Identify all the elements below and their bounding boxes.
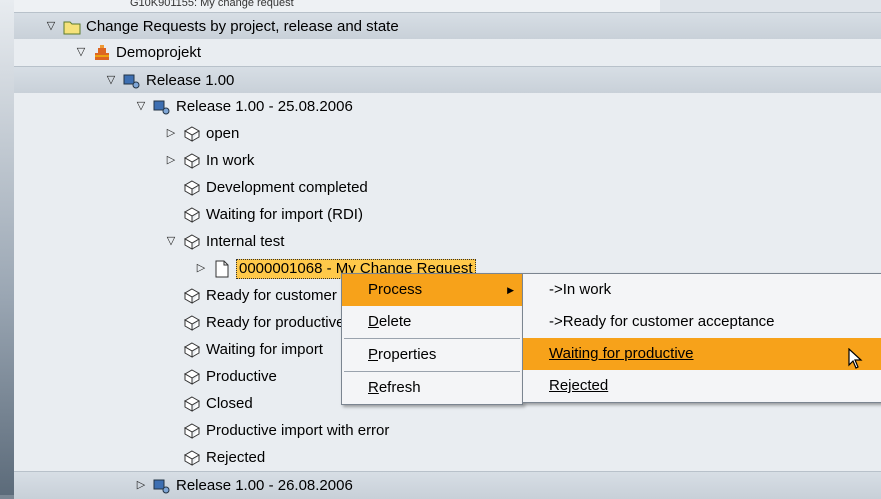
submenu-item-label: Rejected <box>549 377 609 394</box>
tree-node-label: Development completed <box>206 179 368 196</box>
submenu-item-in-work[interactable]: ->In work <box>523 274 881 306</box>
tree-row[interactable]: ▽ Demoprojekt <box>14 39 881 66</box>
tree-node[interactable]: Productive <box>164 363 277 390</box>
tree-row[interactable]: ▽ Change Requests by project, release and… <box>14 12 881 40</box>
mouse-cursor-icon <box>848 348 863 369</box>
state-icon <box>183 368 201 386</box>
menu-item-label: elete <box>378 313 412 330</box>
submenu-item-label: ->In work <box>549 281 612 298</box>
menu-item-label: efresh <box>378 379 421 396</box>
state-icon <box>183 206 201 224</box>
tree-node-label: Release 1.00 <box>146 72 235 89</box>
release-icon <box>153 477 171 495</box>
background-window-left <box>0 0 14 495</box>
tree-row[interactable]: ▽ Internal test <box>14 228 881 255</box>
menu-item-mnemonic: P <box>368 346 379 363</box>
tree-node[interactable]: Waiting for import <box>164 336 323 363</box>
change-request-tree[interactable]: ▽ Change Requests by project, release and… <box>14 12 881 499</box>
tree-node[interactable]: ▽ Release 1.00 <box>104 67 235 94</box>
submenu-item-rejected[interactable]: Rejected <box>523 370 881 402</box>
tree-node-label: Internal test <box>206 233 285 250</box>
menu-item-refresh[interactable]: Refresh <box>342 372 522 404</box>
tree-row[interactable]: ▷ In work <box>14 147 881 174</box>
state-icon <box>183 395 201 413</box>
tree-node-label: In work <box>206 152 255 169</box>
tree-node-label: Productive <box>206 368 277 385</box>
tree-row[interactable]: ▽ Release 1.00 <box>14 66 881 94</box>
collapse-arrow-icon[interactable]: ▽ <box>164 228 178 255</box>
menu-item-delete[interactable]: Delete <box>342 306 522 338</box>
collapse-arrow-icon[interactable]: ▽ <box>104 67 118 94</box>
tree-row[interactable]: Rejected <box>14 444 881 471</box>
tree-node[interactable]: ▷ In work <box>164 147 255 174</box>
submenu-item-label: ->Ready for customer acceptance <box>549 313 775 330</box>
tree-node[interactable]: Closed <box>164 390 253 417</box>
state-icon <box>183 152 201 170</box>
tree-row[interactable]: Development completed <box>14 174 881 201</box>
expand-arrow-icon[interactable]: ▷ <box>164 147 178 174</box>
tree-node[interactable]: Development completed <box>164 174 368 201</box>
tree-node[interactable]: ▽ Release 1.00 - 25.08.2006 <box>134 93 353 120</box>
tree-node[interactable]: ▷ open <box>164 120 240 147</box>
project-icon <box>93 44 111 62</box>
expand-arrow-icon[interactable]: ▷ <box>164 120 178 147</box>
tree-node-label: Release 1.00 - 25.08.2006 <box>176 98 353 115</box>
state-icon <box>183 287 201 305</box>
menu-item-label: roperties <box>378 346 437 363</box>
state-icon <box>183 422 201 440</box>
tree-node[interactable]: Ready for productive <box>164 309 344 336</box>
tree-node-label: Waiting for import (RDI) <box>206 206 363 223</box>
release-icon <box>123 72 141 90</box>
tree-node-label: Change Requests by project, release and … <box>86 18 399 35</box>
state-icon <box>183 341 201 359</box>
collapse-arrow-icon[interactable]: ▽ <box>134 93 148 120</box>
background-item-label: G10K901155: My change request <box>130 0 294 9</box>
tree-node-label: Demoprojekt <box>116 44 202 61</box>
tree-row[interactable]: Waiting for import (RDI) <box>14 201 881 228</box>
tree-row[interactable]: ▷ open <box>14 120 881 147</box>
menu-item-mnemonic: D <box>368 313 379 330</box>
tree-node-label: Waiting for import <box>206 341 323 358</box>
tree-node-label: Ready for productive <box>206 314 345 331</box>
submenu-item-label: Waiting for productive <box>549 345 694 362</box>
menu-item-properties[interactable]: Properties <box>342 339 522 371</box>
menu-item-process[interactable]: Process ▶ <box>342 274 522 306</box>
context-menu: Process ▶ Delete Properties Refresh <box>341 273 523 405</box>
state-icon <box>183 449 201 467</box>
folder-icon <box>63 18 81 36</box>
tree-node-label: Productive import with error <box>206 422 390 439</box>
tree-node[interactable]: Waiting for import (RDI) <box>164 201 363 228</box>
expand-arrow-icon[interactable]: ▷ <box>194 255 208 282</box>
collapse-arrow-icon[interactable]: ▽ <box>74 39 88 66</box>
tree-node-label: open <box>206 125 240 142</box>
tree-row[interactable]: ▽ Release 1.00 - 25.08.2006 <box>14 93 881 120</box>
submenu-item-ready-for-customer-acceptance[interactable]: ->Ready for customer acceptance <box>523 306 881 338</box>
state-icon <box>183 125 201 143</box>
collapse-arrow-icon[interactable]: ▽ <box>44 13 58 40</box>
state-icon <box>183 314 201 332</box>
tree-node[interactable]: Rejected <box>164 444 265 471</box>
tree-node[interactable]: ▽ Internal test <box>164 228 285 255</box>
tree-node[interactable]: ▽ Demoprojekt <box>74 39 201 66</box>
state-icon <box>183 233 201 251</box>
document-icon <box>213 260 231 278</box>
tree-node-label: Rejected <box>206 449 266 466</box>
background-window-right <box>660 0 881 12</box>
tree-node[interactable]: Productive import with error <box>164 417 389 444</box>
state-icon <box>183 179 201 197</box>
submenu-arrow-icon: ▶ <box>507 285 514 295</box>
submenu-item-waiting-for-productive[interactable]: Waiting for productive <box>523 338 881 370</box>
menu-item-mnemonic: R <box>368 379 379 396</box>
release-icon <box>153 98 171 116</box>
menu-item-label: Process <box>368 281 423 298</box>
tree-node[interactable]: ▽ Change Requests by project, release and… <box>44 13 399 40</box>
process-submenu: ->In work ->Ready for customer acceptanc… <box>522 273 881 403</box>
tree-row[interactable]: Productive import with error <box>14 417 881 444</box>
tree-node-label: Closed <box>206 395 253 412</box>
